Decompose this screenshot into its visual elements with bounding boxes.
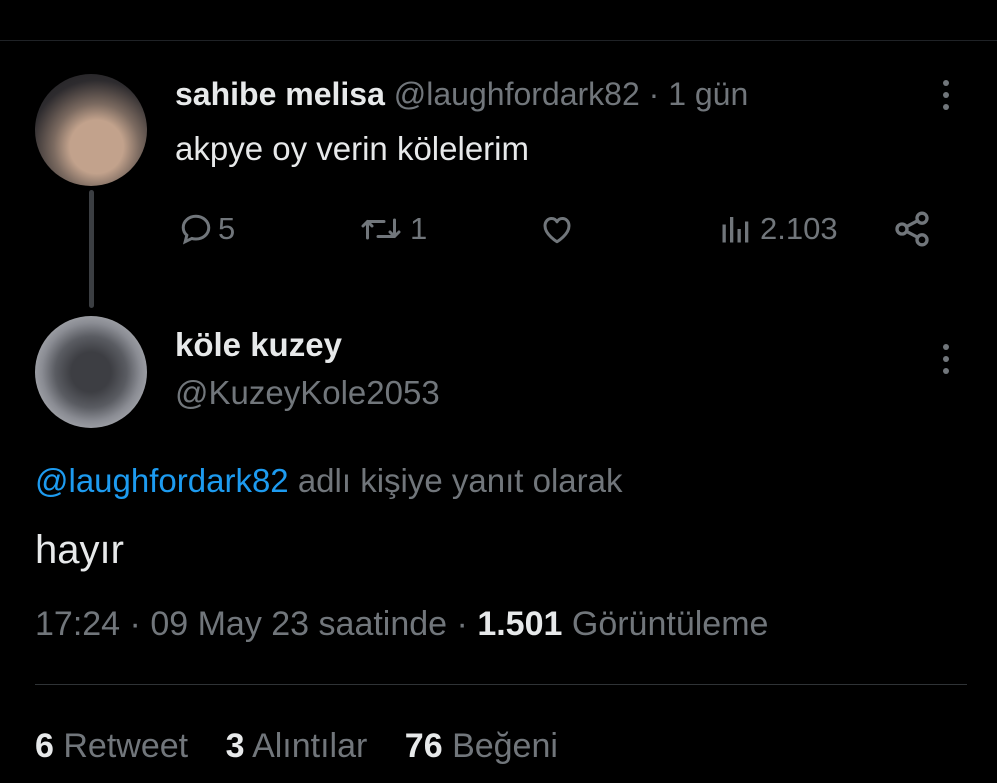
reply-mention-link[interactable]: @laughfordark82: [35, 462, 289, 499]
views-count: 2.103: [760, 211, 838, 246]
retweet-icon: [361, 218, 401, 240]
analytics-icon: [722, 217, 749, 243]
share-button[interactable]: [890, 207, 934, 251]
tweet-time[interactable]: 17:24: [35, 605, 120, 643]
handle[interactable]: @KuzeyKole2053: [175, 374, 440, 412]
separator: ·: [648, 76, 660, 112]
retweet-stat-count: 6: [35, 727, 54, 765]
tweet-date[interactable]: 09 May 23 saatinde: [150, 605, 447, 643]
like-button[interactable]: [537, 207, 577, 251]
tweet-text: akpye oy verin kölelerim: [175, 130, 529, 167]
avatar[interactable]: [35, 74, 147, 186]
views-button[interactable]: 2.103: [716, 207, 838, 251]
share-icon: [895, 211, 929, 247]
quote-stat[interactable]: 3 Alıntılar: [226, 727, 368, 765]
display-name[interactable]: sahibe melisa: [175, 76, 385, 112]
separator: ·: [456, 605, 468, 643]
reply-context: @laughfordark82 adlı kişiye yanıt olarak: [35, 462, 622, 500]
divider: [35, 684, 967, 685]
reply-context-text: adlı kişiye yanıt olarak: [288, 462, 623, 499]
handle[interactable]: @laughfordark82: [394, 76, 640, 112]
tweet-meta: 17:24 · 09 May 23 saatinde · 1.501 Görün…: [35, 605, 768, 644]
quote-stat-label: Alıntılar: [252, 727, 368, 765]
engagement-stats: 6 Retweet 3 Alıntılar 76 Beğeni: [35, 727, 586, 766]
like-stat-count: 76: [404, 727, 443, 765]
like-stat[interactable]: 76 Beğeni: [405, 727, 558, 765]
heart-icon: [543, 217, 571, 244]
thread-line: [89, 190, 94, 308]
reply-count: 5: [218, 211, 236, 246]
more-options-icon[interactable]: [941, 80, 951, 116]
timestamp[interactable]: 1 gün: [668, 76, 748, 112]
like-stat-label: Beğeni: [452, 727, 558, 765]
avatar[interactable]: [35, 316, 147, 428]
tweet-text: hayır: [35, 528, 124, 572]
view-count: 1.501: [477, 605, 563, 643]
retweet-button[interactable]: 1: [356, 207, 427, 251]
top-divider: [0, 40, 997, 41]
reply-button[interactable]: 5: [178, 207, 235, 251]
quote-stat-count: 3: [225, 727, 245, 765]
retweet-count: 1: [410, 211, 428, 246]
tweet-header: sahibe melisa @laughfordark82 · 1 gün: [175, 76, 748, 113]
separator: ·: [129, 605, 141, 643]
retweet-stat[interactable]: 6 Retweet: [35, 727, 188, 765]
more-options-icon[interactable]: [941, 344, 951, 380]
retweet-stat-label: Retweet: [63, 727, 189, 765]
reply-icon: [181, 214, 211, 245]
display-name[interactable]: köle kuzey: [175, 326, 342, 364]
view-label: Görüntüleme: [571, 605, 769, 643]
